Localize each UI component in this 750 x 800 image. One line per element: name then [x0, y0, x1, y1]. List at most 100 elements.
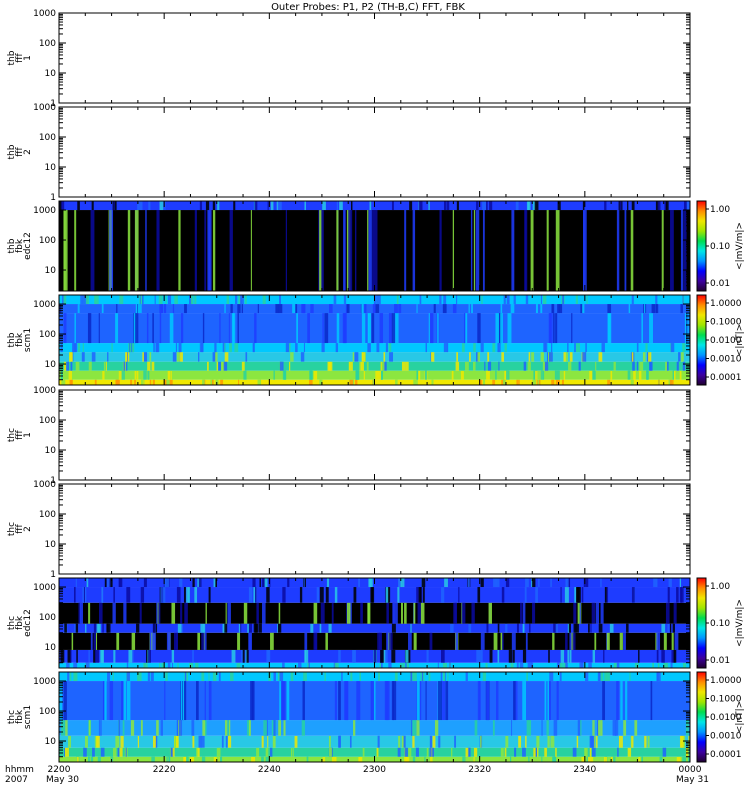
- heatmap-stripe: [273, 735, 276, 748]
- heatmap-stripe: [541, 720, 543, 736]
- heatmap-stripe: [373, 210, 378, 291]
- heatmap-stripe: [208, 587, 211, 603]
- heatmap-stripe: [535, 587, 538, 603]
- heatmap-stripe: [172, 352, 177, 362]
- heatmap-stripe: [623, 632, 626, 650]
- date-label-start: May 30: [46, 775, 79, 785]
- heatmap-stripe: [556, 370, 560, 380]
- panel-frame: [58, 389, 691, 481]
- heatmap-stripe: [316, 587, 319, 603]
- heatmap-stripe: [304, 201, 307, 211]
- heatmap-stripe: [598, 623, 603, 633]
- heatmap-stripe: [336, 201, 339, 211]
- heatmap-stripe: [656, 578, 658, 588]
- heatmap-stripe: [528, 756, 530, 762]
- colorbar: [696, 577, 707, 669]
- heatmap-stripe: [352, 352, 355, 362]
- heatmap-stripe: [186, 756, 189, 762]
- heatmap-stripe: [405, 756, 410, 762]
- heatmap-stripe: [669, 623, 672, 633]
- colorbar: [696, 294, 707, 386]
- heatmap-stripe: [338, 681, 341, 721]
- heatmap-stripe: [420, 602, 425, 624]
- heatmap-stripe: [241, 295, 243, 305]
- panels-group: 1101001000thbfff11101001000thbfff2101001…: [7, 9, 745, 763]
- heatmap-stripe: [321, 210, 324, 291]
- heatmap-stripe: [366, 361, 369, 371]
- heatmap-stripe: [477, 587, 481, 603]
- heatmap-stripe: [541, 756, 543, 762]
- time-tick-label: 2320: [468, 765, 491, 775]
- heatmap-stripe: [566, 632, 568, 650]
- heatmap-stripe: [356, 681, 361, 721]
- heatmap-stripe: [160, 720, 163, 736]
- heatmap-stripe: [553, 720, 558, 736]
- heatmap-stripe: [522, 681, 527, 721]
- y-axis-label: edc12: [23, 609, 33, 637]
- heatmap-stripe: [661, 623, 666, 633]
- heatmap-stripe: [242, 649, 245, 663]
- heatmap-stripe: [568, 623, 571, 633]
- heatmap-stripe: [573, 602, 577, 624]
- heatmap-stripe: [131, 343, 135, 353]
- heatmap-stripe: [341, 672, 343, 682]
- heatmap-stripe: [514, 747, 517, 757]
- heatmap-stripe: [412, 756, 416, 762]
- heatmap-stripe: [174, 295, 178, 305]
- heatmap-stripe: [563, 352, 567, 362]
- heatmap-stripe: [417, 681, 420, 721]
- heatmap-stripe: [165, 672, 168, 682]
- heatmap-stripe: [522, 747, 526, 757]
- heatmap-stripe: [354, 352, 359, 362]
- heatmap-stripe: [534, 201, 539, 211]
- heatmap-stripe: [339, 735, 341, 748]
- heatmap-stripe: [618, 735, 623, 748]
- heatmap-stripe: [685, 747, 689, 757]
- heatmap-stripe: [140, 587, 145, 603]
- heatmap-stripe: [676, 587, 679, 603]
- heatmap-stripe: [204, 210, 207, 291]
- heatmap-stripe: [331, 756, 334, 762]
- heatmap-stripe: [492, 343, 496, 353]
- heatmap-stripe: [600, 602, 604, 624]
- heatmap-stripe: [535, 304, 538, 314]
- heatmap-stripe: [219, 313, 221, 344]
- heatmap-stripe: [385, 649, 388, 663]
- heatmap-stripe: [395, 313, 399, 344]
- heatmap-stripe: [195, 681, 199, 721]
- heatmap-stripe: [559, 662, 563, 668]
- heatmap-stripe: [355, 370, 358, 380]
- heatmap-stripe: [358, 578, 360, 588]
- heatmap-stripe: [126, 681, 131, 721]
- y-tick-label: 100: [39, 416, 56, 426]
- heatmap-stripe: [250, 210, 252, 291]
- heatmap-stripe: [202, 379, 205, 385]
- heatmap-stripe: [422, 587, 425, 603]
- heatmap-stripe: [61, 201, 65, 211]
- heatmap-stripe: [391, 623, 396, 633]
- heatmap-stripe: [75, 578, 77, 588]
- heatmap-stripe: [505, 623, 508, 633]
- heatmap-stripe: [82, 343, 84, 353]
- heatmap-stripe: [279, 672, 284, 682]
- heatmap-stripe: [510, 662, 514, 668]
- heatmap-stripe: [328, 735, 331, 748]
- heatmap-stripe: [504, 747, 507, 757]
- heatmap-stripe: [192, 735, 195, 748]
- heatmap-stripe: [519, 662, 524, 668]
- colorbar-label: <|mV/m|>: [735, 599, 745, 647]
- heatmap-stripe: [294, 735, 298, 748]
- heatmap-stripe: [371, 587, 374, 603]
- heatmap-stripe: [563, 370, 566, 380]
- heatmap-stripe: [401, 578, 405, 588]
- heatmap-stripe: [166, 632, 171, 650]
- heatmap-stripe: [602, 681, 606, 721]
- heatmap-stripe: [102, 370, 105, 380]
- heatmap-stripe: [552, 304, 555, 314]
- heatmap-stripe: [656, 632, 661, 650]
- heatmap-stripe: [530, 210, 534, 291]
- heatmap-stripe: [369, 578, 373, 588]
- heatmap-stripe: [465, 747, 469, 757]
- heatmap-stripe: [173, 632, 178, 650]
- heatmap-stripe: [158, 602, 161, 624]
